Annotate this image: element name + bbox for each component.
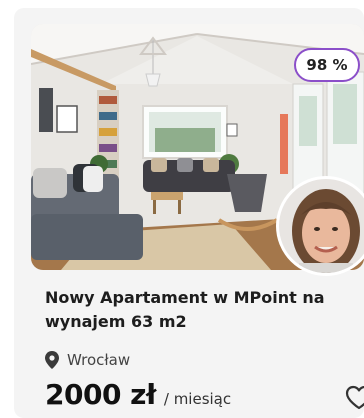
map-pin-icon [45, 351, 59, 369]
location-text: Wrocław [67, 351, 131, 369]
price-period: / miesiąc [163, 390, 232, 408]
price-row: 2000 zł / miesiąc [45, 378, 231, 414]
match-score-badge: 98 % [294, 48, 360, 82]
listing-card[interactable]: 98 % Nowy Apartament w MPoint na wynajem… [14, 8, 364, 418]
favorite-button[interactable] [344, 383, 364, 411]
listing-location: Wrocław [45, 349, 130, 371]
price-value: 2000 zł [45, 378, 156, 411]
listing-title[interactable]: Nowy Apartament w MPoint na wynajem 63 m… [45, 286, 355, 334]
heart-outline-icon [345, 385, 364, 409]
